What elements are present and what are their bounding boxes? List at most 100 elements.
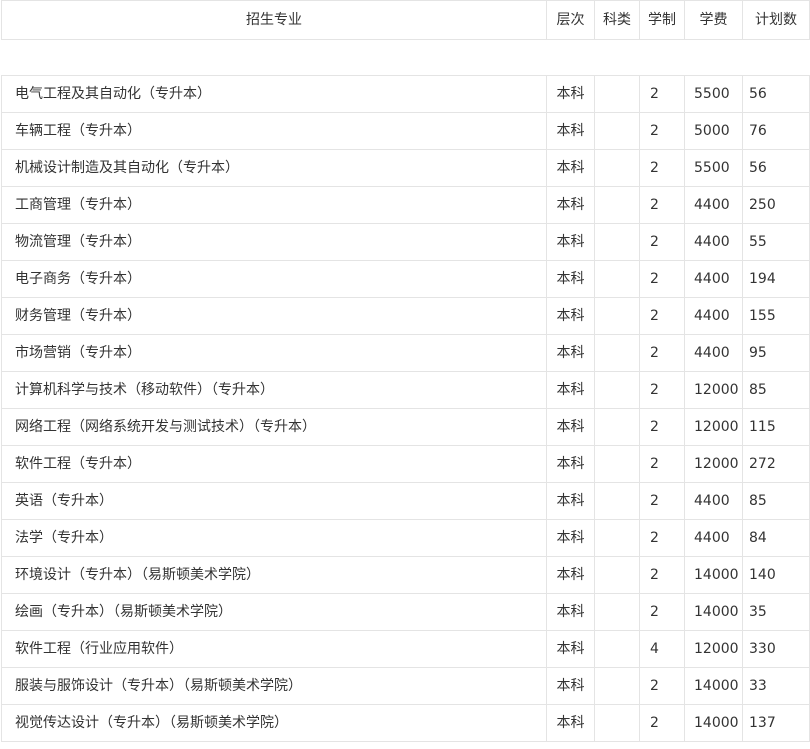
cell-category (594, 223, 640, 261)
cell-years: 2 (639, 667, 685, 705)
cell-major: 环境设计（专升本）（易斯顿美术学院） (1, 556, 547, 594)
cell-years: 2 (639, 186, 685, 224)
cell-major: 软件工程（行业应用软件） (1, 630, 547, 668)
table-row: 电子商务（专升本） 本科 2 4400 194 (1, 260, 810, 298)
cell-fee: 12000 (684, 445, 743, 483)
cell-category (594, 112, 640, 150)
cell-major: 物流管理（专升本） (1, 223, 547, 261)
cell-major: 视觉传达设计（专升本）（易斯顿美术学院） (1, 704, 547, 742)
cell-level: 本科 (546, 297, 595, 335)
table-row: 网络工程（网络系统开发与测试技术）（专升本） 本科 2 12000 115 (1, 408, 810, 446)
table-row: 软件工程（行业应用软件） 本科 4 12000 330 (1, 630, 810, 668)
cell-level: 本科 (546, 482, 595, 520)
table-row: 物流管理（专升本） 本科 2 4400 55 (1, 223, 810, 261)
cell-major: 电子商务（专升本） (1, 260, 547, 298)
cell-plan: 35 (742, 593, 810, 631)
cell-years: 2 (639, 149, 685, 187)
table-row: 机械设计制造及其自动化（专升本） 本科 2 5500 56 (1, 149, 810, 187)
cell-years: 2 (639, 593, 685, 631)
header-fee: 学费 (684, 0, 743, 40)
cell-major: 法学（专升本） (1, 519, 547, 557)
cell-level: 本科 (546, 445, 595, 483)
cell-fee: 14000 (684, 667, 743, 705)
cell-years: 4 (639, 630, 685, 668)
header-major: 招生专业 (1, 0, 547, 40)
cell-major: 网络工程（网络系统开发与测试技术）（专升本） (1, 408, 547, 446)
table-row: 市场营销（专升本） 本科 2 4400 95 (1, 334, 810, 372)
cell-fee: 4400 (684, 482, 743, 520)
cell-major: 车辆工程（专升本） (1, 112, 547, 150)
cell-years: 2 (639, 260, 685, 298)
cell-years: 2 (639, 371, 685, 409)
cell-plan: 194 (742, 260, 810, 298)
cell-years: 2 (639, 519, 685, 557)
cell-level: 本科 (546, 408, 595, 446)
page: 招生专业 层次 科类 学制 学费 计划数 电气工程及其自动化（专升本） 本科 2… (0, 0, 810, 749)
cell-major: 市场营销（专升本） (1, 334, 547, 372)
cell-level: 本科 (546, 260, 595, 298)
cell-level: 本科 (546, 704, 595, 742)
cell-category (594, 519, 640, 557)
header-row: 招生专业 层次 科类 学制 学费 计划数 (1, 0, 810, 40)
cell-category (594, 593, 640, 631)
table-spacer (1, 39, 810, 76)
table-row: 软件工程（专升本） 本科 2 12000 272 (1, 445, 810, 483)
cell-years: 2 (639, 445, 685, 483)
cell-years: 2 (639, 297, 685, 335)
cell-years: 2 (639, 112, 685, 150)
cell-level: 本科 (546, 334, 595, 372)
cell-category (594, 149, 640, 187)
table-row: 车辆工程（专升本） 本科 2 5000 76 (1, 112, 810, 150)
cell-plan: 330 (742, 630, 810, 668)
cell-category (594, 297, 640, 335)
cell-major: 软件工程（专升本） (1, 445, 547, 483)
cell-years: 2 (639, 334, 685, 372)
cell-level: 本科 (546, 556, 595, 594)
table-row: 电气工程及其自动化（专升本） 本科 2 5500 56 (1, 75, 810, 113)
cell-category (594, 630, 640, 668)
cell-plan: 137 (742, 704, 810, 742)
cell-fee: 14000 (684, 556, 743, 594)
cell-plan: 56 (742, 149, 810, 187)
cell-category (594, 667, 640, 705)
cell-category (594, 75, 640, 113)
table-row: 计算机科学与技术（移动软件）（专升本） 本科 2 12000 85 (1, 371, 810, 409)
cell-major: 英语（专升本） (1, 482, 547, 520)
cell-fee: 12000 (684, 371, 743, 409)
cell-plan: 55 (742, 223, 810, 261)
cell-level: 本科 (546, 186, 595, 224)
cell-major: 绘画（专升本）（易斯顿美术学院） (1, 593, 547, 631)
cell-fee: 5500 (684, 75, 743, 113)
cell-years: 2 (639, 75, 685, 113)
cell-category (594, 704, 640, 742)
cell-fee: 5000 (684, 112, 743, 150)
cell-fee: 12000 (684, 408, 743, 446)
cell-fee: 4400 (684, 297, 743, 335)
cell-plan: 95 (742, 334, 810, 372)
header-plan: 计划数 (742, 0, 810, 40)
cell-level: 本科 (546, 519, 595, 557)
spacer-row (1, 39, 810, 76)
cell-plan: 155 (742, 297, 810, 335)
cell-category (594, 556, 640, 594)
cell-years: 2 (639, 408, 685, 446)
table-row: 绘画（专升本）（易斯顿美术学院） 本科 2 14000 35 (1, 593, 810, 631)
cell-category (594, 482, 640, 520)
cell-years: 2 (639, 223, 685, 261)
cell-level: 本科 (546, 75, 595, 113)
table-header: 招生专业 层次 科类 学制 学费 计划数 (1, 0, 810, 40)
cell-category (594, 186, 640, 224)
cell-fee: 5500 (684, 149, 743, 187)
cell-plan: 84 (742, 519, 810, 557)
cell-plan: 85 (742, 371, 810, 409)
header-category: 科类 (594, 0, 640, 40)
cell-level: 本科 (546, 223, 595, 261)
cell-fee: 4400 (684, 260, 743, 298)
cell-fee: 4400 (684, 186, 743, 224)
cell-plan: 76 (742, 112, 810, 150)
cell-major: 财务管理（专升本） (1, 297, 547, 335)
table-body: 电气工程及其自动化（专升本） 本科 2 5500 56 车辆工程（专升本） 本科… (1, 75, 810, 742)
table-row: 工商管理（专升本） 本科 2 4400 250 (1, 186, 810, 224)
cell-category (594, 445, 640, 483)
cell-plan: 115 (742, 408, 810, 446)
